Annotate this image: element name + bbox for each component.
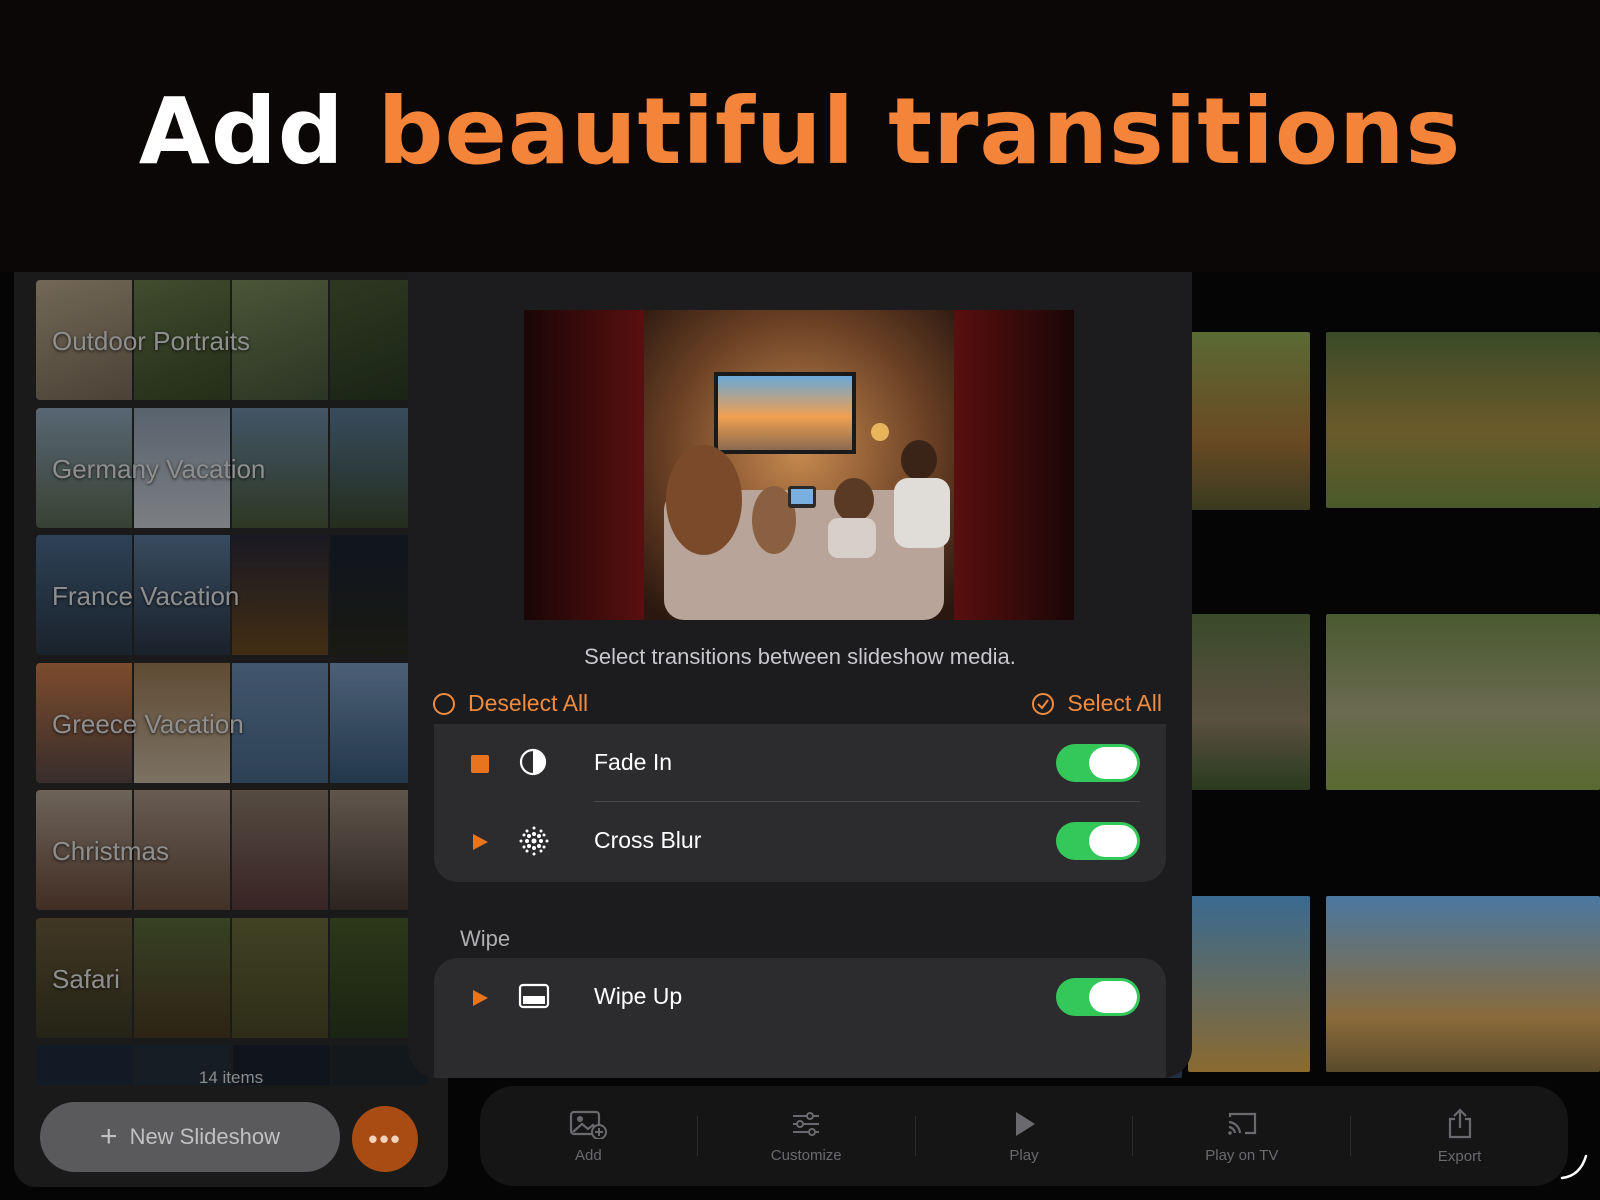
album-germany-vacation[interactable]: Germany Vacation 40 [36, 407, 428, 528]
headline-banner: Add beautiful transitions [0, 0, 1600, 272]
customize-label: Customize [770, 1146, 842, 1164]
play-label: Play [1009, 1146, 1039, 1164]
cross-blur-toggle[interactable] [1056, 822, 1140, 860]
photo-tile[interactable] [1326, 332, 1600, 508]
play-button[interactable]: Play [916, 1086, 1133, 1186]
transitions-group: Fade In Cross Blur [434, 724, 1166, 882]
preview-image [524, 310, 1074, 620]
transition-label: Cross Blur [594, 827, 702, 853]
photo-tile[interactable] [1188, 614, 1310, 790]
customize-button[interactable]: Customize [698, 1086, 915, 1186]
headline: Add beautiful transitions [0, 78, 1600, 185]
select-all-label: Select All [1067, 690, 1162, 716]
export-button[interactable]: Export [1351, 1086, 1568, 1186]
photo-tile[interactable] [1188, 896, 1310, 1072]
album-name: Greece Vacation [52, 708, 244, 739]
transitions-sheet: Select transitions between slideshow med… [408, 272, 1192, 1078]
photo-tile[interactable] [1188, 332, 1310, 510]
photo-tile[interactable] [1326, 896, 1600, 1072]
sliders-icon [793, 1111, 820, 1136]
items-count: 14 items [198, 1068, 264, 1087]
toggle-knob [1089, 747, 1137, 779]
play-icon [1015, 1111, 1035, 1136]
cast-icon [1227, 1112, 1256, 1135]
play-icon[interactable] [470, 832, 490, 852]
resize-handle-icon [1560, 1154, 1588, 1180]
export-label: Export [1437, 1147, 1482, 1165]
play-icon[interactable] [470, 988, 490, 1008]
deselect-all-label: Deselect All [468, 690, 589, 716]
section-header-wipe: Wipe [460, 926, 511, 951]
album-outdoor-portraits[interactable]: Outdoor Portraits 25 [36, 280, 428, 400]
album-thumb [232, 662, 328, 783]
play-on-tv-button[interactable]: Play on TV [1133, 1086, 1350, 1186]
new-slideshow-label: New Slideshow [129, 1124, 280, 1149]
new-slideshow-button[interactable]: + New Slideshow [40, 1102, 340, 1172]
transition-row-fade-in[interactable]: Fade In [434, 724, 1166, 802]
wipe-rect-icon [518, 983, 550, 1009]
empty-circle-icon [433, 692, 455, 715]
deselect-all-button[interactable]: Deselect All [432, 690, 588, 717]
album-thumb [134, 917, 230, 1038]
headline-part2: beautiful transitions [377, 78, 1462, 185]
album-name: France Vacation [52, 581, 240, 611]
sheet-caption: Select transitions between slideshow med… [584, 644, 1016, 669]
add-button[interactable]: Add [480, 1086, 697, 1186]
stop-icon[interactable] [470, 754, 490, 774]
album-list: Outdoor Portraits 25 Germany Vacation 40… [36, 280, 428, 1093]
album-name: Outdoor Portraits [52, 326, 250, 356]
album-christmas[interactable]: Christmas 53 [36, 790, 428, 910]
sidebar: Outdoor Portraits 25 Germany Vacation 40… [14, 272, 448, 1187]
add-label: Add [575, 1146, 602, 1164]
dots-grid-icon [519, 826, 549, 856]
select-all-button[interactable]: Select All [1031, 690, 1162, 717]
album-france-vacation[interactable]: France Vacation 56 [36, 535, 428, 655]
album-name: Safari [52, 963, 120, 994]
album-safari[interactable]: Safari 22 [36, 917, 428, 1038]
album-name: Germany Vacation [52, 453, 266, 484]
fade-in-toggle[interactable] [1056, 744, 1140, 782]
transition-row-wipe-up[interactable]: Wipe Up [434, 958, 1166, 1036]
transition-label: Wipe Up [594, 983, 683, 1009]
album-thumb [232, 535, 328, 655]
photo-tile[interactable] [1326, 614, 1600, 790]
plus-icon: + [100, 1120, 118, 1153]
transition-label: Fade In [594, 749, 672, 775]
headline-part1: Add [138, 78, 345, 185]
check-circle-icon [1032, 692, 1055, 715]
album-thumb [232, 917, 328, 1038]
album-greece-vacation[interactable]: Greece Vacation 30 [36, 662, 428, 783]
more-button[interactable]: ••• [352, 1106, 418, 1172]
wipe-transitions-group: Wipe Up [434, 958, 1166, 1078]
bottom-toolbar: Add Customize Play Play on TV Export [480, 1086, 1568, 1186]
wipe-up-toggle[interactable] [1056, 978, 1140, 1016]
play-on-tv-label: Play on TV [1205, 1146, 1279, 1164]
transition-row-cross-blur[interactable]: Cross Blur [434, 802, 1166, 880]
share-icon [1448, 1107, 1471, 1138]
toggle-knob [1089, 981, 1137, 1013]
add-photo-icon [570, 1110, 608, 1139]
transition-preview[interactable] [524, 310, 1074, 620]
half-circle-icon [519, 748, 547, 776]
toggle-knob [1089, 825, 1137, 857]
album-thumb [232, 790, 328, 910]
album-name: Christmas [52, 836, 170, 866]
